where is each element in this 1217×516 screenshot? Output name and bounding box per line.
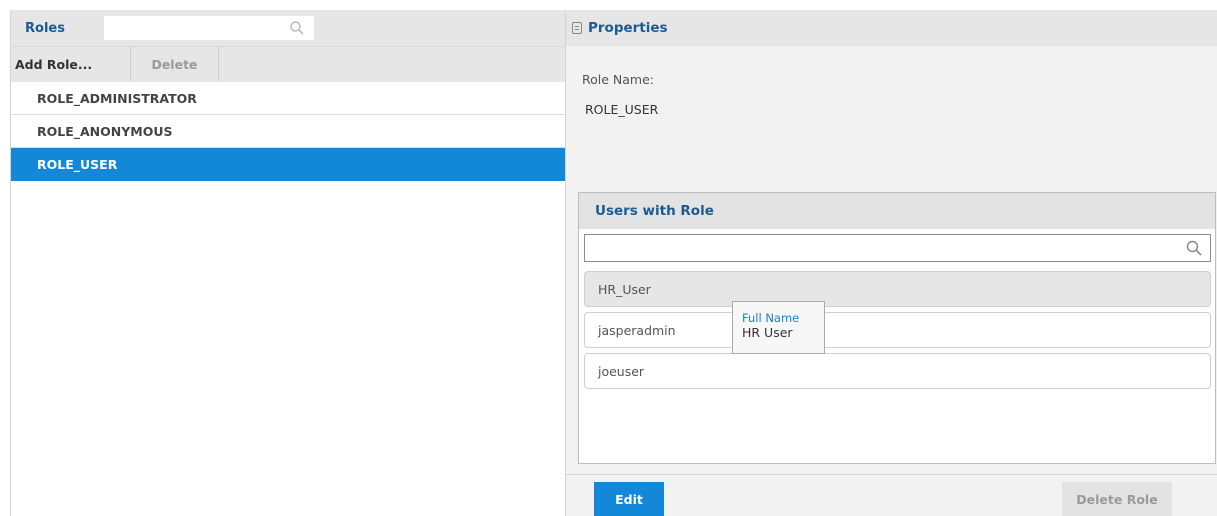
search-icon[interactable] xyxy=(1186,240,1202,256)
properties-panel: Properties Role Name: ROLE_USER Users wi… xyxy=(566,10,1217,516)
user-list-item[interactable]: HR_User xyxy=(584,271,1211,307)
roles-header: Roles xyxy=(11,10,565,46)
roles-title: Roles xyxy=(25,20,65,36)
properties-icon xyxy=(572,22,582,34)
roles-search-input[interactable] xyxy=(104,16,290,40)
role-list-item[interactable]: ROLE_ANONYMOUS xyxy=(11,115,565,148)
role-list: ROLE_ADMINISTRATOR ROLE_ANONYMOUS ROLE_U… xyxy=(11,82,565,181)
tooltip-label: Full Name xyxy=(742,311,800,325)
properties-footer: Edit Delete Role xyxy=(566,474,1217,516)
search-icon[interactable] xyxy=(290,21,304,35)
edit-button[interactable]: Edit xyxy=(594,482,664,516)
delete-role-button[interactable]: Delete Role xyxy=(1062,482,1172,516)
role-name-label: Role Name: xyxy=(582,72,654,87)
properties-title: Properties xyxy=(588,20,668,36)
role-list-item-selected[interactable]: ROLE_USER xyxy=(11,148,565,181)
properties-header: Properties xyxy=(566,10,1217,46)
roles-panel: Roles Add Role... Delete ROLE_ADMINISTRA… xyxy=(10,10,566,516)
user-list-item[interactable]: joeuser xyxy=(584,353,1211,389)
tooltip-value: HR User xyxy=(742,325,793,340)
add-role-button[interactable]: Add Role... xyxy=(11,47,131,82)
user-list-item[interactable]: jasperadmin xyxy=(584,312,1211,348)
role-list-item[interactable]: ROLE_ADMINISTRATOR xyxy=(11,82,565,115)
full-name-tooltip: Full Name HR User xyxy=(732,301,825,354)
role-name-value: ROLE_USER xyxy=(585,102,659,117)
users-search-input[interactable] xyxy=(585,235,1186,261)
users-with-role-section: Users with Role HR_User jasperadmin joeu… xyxy=(578,192,1216,464)
roles-search-box[interactable] xyxy=(103,15,315,41)
delete-button[interactable]: Delete xyxy=(131,47,219,82)
users-with-role-title: Users with Role xyxy=(579,193,1215,229)
roles-toolbar: Add Role... Delete xyxy=(11,46,565,82)
users-search-box[interactable] xyxy=(584,234,1211,262)
